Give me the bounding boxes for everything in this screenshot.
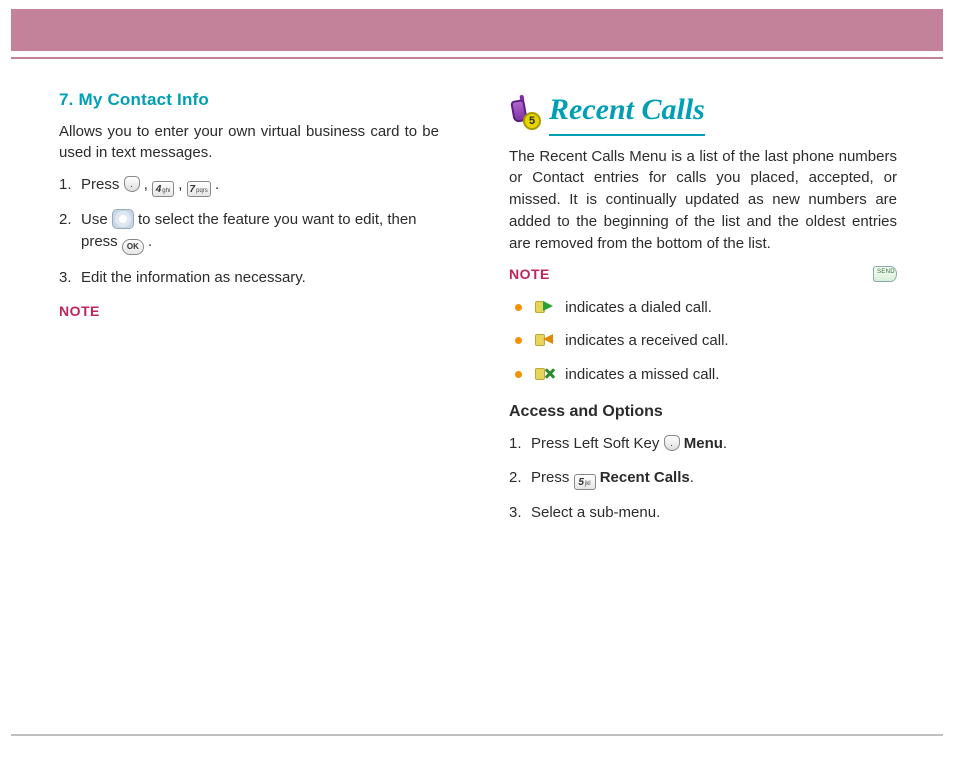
legend-missed-text: indicates a missed call. [565, 366, 719, 383]
access-options-steps: Press Left Soft Key Menu. Press 5jkl Rec… [509, 433, 897, 524]
recent-calls-label: Recent Calls [600, 469, 690, 486]
my-contact-intro: Allows you to enter your own virtual bus… [59, 121, 439, 165]
step-2-text-c: press [81, 233, 122, 250]
dialed-call-icon [535, 299, 557, 315]
step-2-text-a: Use [81, 211, 112, 228]
send-key-icon [873, 266, 897, 282]
key-7-icon: 7pqrs [187, 181, 211, 197]
step-2-text-d: . [148, 233, 152, 250]
manual-page: 7. My Contact Info Allows you to enter y… [0, 0, 954, 764]
content-columns: 7. My Contact Info Allows you to enter y… [11, 74, 943, 724]
recent-calls-header: 5 Recent Calls [509, 88, 897, 136]
left-soft-key-icon [124, 176, 140, 192]
step-1-text-c: , [178, 176, 186, 193]
step-1: Press , 4ghi , 7pqrs . [59, 174, 439, 197]
received-call-icon [535, 332, 557, 348]
recent-calls-icon: 5 [509, 98, 537, 126]
nav-key-icon [112, 209, 134, 229]
ok-key-icon: OK [122, 239, 144, 255]
ao-step-1a: Press Left Soft Key [531, 435, 664, 452]
ao-step-1c: . [723, 435, 727, 452]
ao-step-3: Select a sub-menu. [509, 502, 897, 524]
key-5-icon: 5jkl [574, 474, 596, 490]
right-column: 5 Recent Calls The Recent Calls Menu is … [477, 74, 943, 724]
left-column: 7. My Contact Info Allows you to enter y… [11, 74, 477, 724]
header-rule [11, 57, 943, 59]
recent-calls-intro: The Recent Calls Menu is a list of the l… [509, 146, 897, 255]
call-type-legend: indicates a dialed call. indicates a rec… [509, 297, 897, 386]
step-2-text-b: to select the feature you want to edit, … [138, 211, 417, 228]
my-contact-steps: Press , 4ghi , 7pqrs . Use to select the… [59, 174, 439, 289]
legend-missed: indicates a missed call. [509, 364, 897, 386]
ao-step-2: Press 5jkl Recent Calls. [509, 467, 897, 490]
step-1-text-a: Press [81, 176, 124, 193]
legend-received-text: indicates a received call. [565, 332, 728, 349]
left-soft-key-icon [664, 435, 680, 451]
access-options-heading: Access and Options [509, 400, 897, 423]
legend-dialed-text: indicates a dialed call. [565, 299, 712, 316]
note-label-left: NOTE [59, 301, 439, 321]
recent-calls-badge: 5 [523, 112, 541, 130]
note-row: NOTE [509, 264, 897, 284]
menu-label: Menu [684, 435, 723, 452]
ao-step-2c: . [690, 469, 694, 486]
legend-received: indicates a received call. [509, 330, 897, 352]
legend-dialed: indicates a dialed call. [509, 297, 897, 319]
ao-step-1: Press Left Soft Key Menu. [509, 433, 897, 455]
footer-rule [11, 734, 943, 736]
ao-step-2a: Press [531, 469, 574, 486]
note-label-right: NOTE [509, 264, 550, 284]
step-3: Edit the information as necessary. [59, 267, 439, 289]
header-band [11, 9, 943, 51]
step-2: Use to select the feature you want to ed… [59, 209, 439, 255]
key-4-icon: 4ghi [152, 181, 174, 197]
recent-calls-title: Recent Calls [549, 88, 705, 136]
step-1-text-d: . [215, 176, 219, 193]
missed-call-icon [535, 366, 557, 382]
step-1-text-b: , [144, 176, 152, 193]
section-heading-my-contact-info: 7. My Contact Info [59, 88, 439, 113]
